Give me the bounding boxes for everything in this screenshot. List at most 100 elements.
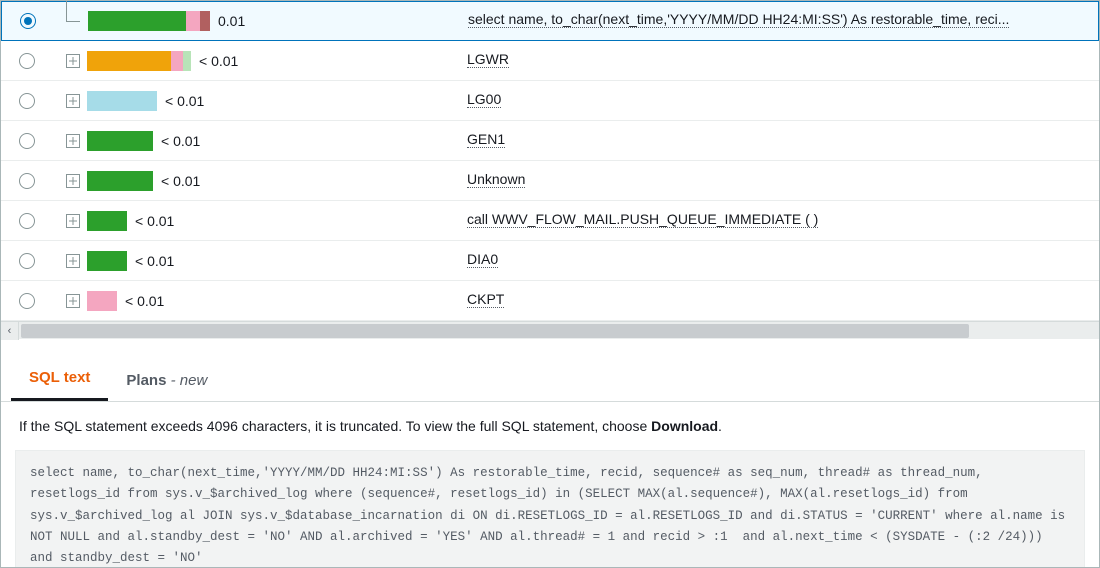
truncate-note: If the SQL statement exceeds 4096 charac… xyxy=(1,402,1099,444)
sql-snippet[interactable]: select name, to_char(next_time,'YYYY/MM/… xyxy=(468,11,1009,28)
expand-row-button[interactable] xyxy=(66,174,80,188)
truncate-note-post: . xyxy=(718,418,722,434)
sql-cell: Unknown xyxy=(457,171,1089,191)
load-bar xyxy=(87,171,153,191)
expand-cell xyxy=(59,134,87,148)
scrollbar-thumb[interactable] xyxy=(21,324,969,338)
bar-segment xyxy=(87,211,127,231)
load-bar-cell: < 0.01 xyxy=(87,291,457,311)
horizontal-scrollbar[interactable]: ‹ xyxy=(1,321,1099,339)
load-bar-cell: < 0.01 xyxy=(87,251,457,271)
radio-cell xyxy=(19,253,59,269)
load-bar xyxy=(87,291,117,311)
load-value: 0.01 xyxy=(218,13,245,29)
radio-cell xyxy=(20,13,60,29)
expand-row-button[interactable] xyxy=(66,134,80,148)
load-bar-cell: < 0.01 xyxy=(87,51,457,71)
expand-cell xyxy=(59,214,87,228)
truncate-note-pre: If the SQL statement exceeds 4096 charac… xyxy=(19,418,651,434)
table-row[interactable]: < 0.01 call WWV_FLOW_MAIL.PUSH_QUEUE_IMME… xyxy=(1,201,1099,241)
radio-cell xyxy=(19,53,59,69)
expand-row-button[interactable] xyxy=(66,94,80,108)
select-row-radio[interactable] xyxy=(19,293,35,309)
table-row[interactable]: < 0.01 GEN1 xyxy=(1,121,1099,161)
select-row-radio[interactable] xyxy=(19,253,35,269)
tab-sql-text[interactable]: SQL text xyxy=(11,359,108,401)
tab-bar: SQL textPlans - new xyxy=(1,359,1099,402)
sql-snippet[interactable]: call WWV_FLOW_MAIL.PUSH_QUEUE_IMMEDIATE … xyxy=(467,211,818,228)
tab-plans[interactable]: Plans - new xyxy=(108,362,225,401)
load-value: < 0.01 xyxy=(161,173,200,189)
bar-segment xyxy=(183,51,191,71)
select-row-radio[interactable] xyxy=(19,133,35,149)
expand-cell xyxy=(60,1,88,41)
radio-cell xyxy=(19,213,59,229)
select-row-radio[interactable] xyxy=(19,93,35,109)
sql-cell: LGWR xyxy=(457,51,1089,71)
sql-snippet[interactable]: GEN1 xyxy=(467,131,505,148)
bar-segment xyxy=(87,51,171,71)
bar-segment xyxy=(87,171,153,191)
expand-cell xyxy=(59,54,87,68)
expand-row-button[interactable] xyxy=(66,214,80,228)
select-row-radio[interactable] xyxy=(20,13,36,29)
sql-cell: select name, to_char(next_time,'YYYY/MM/… xyxy=(458,11,1088,31)
load-bar-cell: 0.01 xyxy=(88,11,458,31)
select-row-radio[interactable] xyxy=(19,53,35,69)
bar-segment xyxy=(87,291,117,311)
sql-cell: DIA0 xyxy=(457,251,1089,271)
radio-cell xyxy=(19,93,59,109)
load-bar xyxy=(87,251,127,271)
new-badge: - new xyxy=(166,372,207,389)
radio-cell xyxy=(19,293,59,309)
sql-snippet[interactable]: Unknown xyxy=(467,171,525,188)
table-row[interactable]: < 0.01 LG00 xyxy=(1,81,1099,121)
top-sql-table: 0.01 select name, to_char(next_time,'YYYY… xyxy=(1,1,1099,321)
sql-snippet[interactable]: CKPT xyxy=(467,291,504,308)
table-row[interactable]: < 0.01 DIA0 xyxy=(1,241,1099,281)
radio-cell xyxy=(19,133,59,149)
sql-cell: CKPT xyxy=(457,291,1089,311)
load-bar xyxy=(87,91,157,111)
bar-segment xyxy=(88,11,186,31)
load-value: < 0.01 xyxy=(161,133,200,149)
details-tabs-area: SQL textPlans - new If the SQL statement… xyxy=(1,339,1099,568)
sql-snippet[interactable]: DIA0 xyxy=(467,251,498,268)
bar-segment xyxy=(87,91,157,111)
table-row[interactable]: 0.01 select name, to_char(next_time,'YYYY… xyxy=(1,1,1099,41)
expand-cell xyxy=(59,174,87,188)
expand-row-button[interactable] xyxy=(66,54,80,68)
radio-cell xyxy=(19,173,59,189)
sql-snippet[interactable]: LG00 xyxy=(467,91,501,108)
load-bar-cell: < 0.01 xyxy=(87,211,457,231)
bar-segment xyxy=(171,51,183,71)
expand-row-button[interactable] xyxy=(66,294,80,308)
bar-segment xyxy=(87,131,153,151)
load-value: < 0.01 xyxy=(165,93,204,109)
load-bar-cell: < 0.01 xyxy=(87,91,457,111)
load-bar-cell: < 0.01 xyxy=(87,171,457,191)
load-bar xyxy=(87,131,153,151)
select-row-radio[interactable] xyxy=(19,173,35,189)
load-bar-cell: < 0.01 xyxy=(87,131,457,151)
bar-segment xyxy=(186,11,200,31)
bar-segment xyxy=(200,11,210,31)
load-value: < 0.01 xyxy=(135,253,174,269)
load-bar xyxy=(87,51,191,71)
sql-cell: LG00 xyxy=(457,91,1089,111)
sql-cell: GEN1 xyxy=(457,131,1089,151)
select-row-radio[interactable] xyxy=(19,213,35,229)
load-bar xyxy=(87,211,127,231)
table-row[interactable]: < 0.01 Unknown xyxy=(1,161,1099,201)
table-row[interactable]: < 0.01 CKPT xyxy=(1,281,1099,321)
performance-insights-panel: 0.01 select name, to_char(next_time,'YYYY… xyxy=(0,0,1100,568)
load-value: < 0.01 xyxy=(199,53,238,69)
scroll-left-button[interactable]: ‹ xyxy=(1,322,19,340)
table-row[interactable]: < 0.01 LGWR xyxy=(1,41,1099,81)
expand-row-button[interactable] xyxy=(66,254,80,268)
sql-snippet[interactable]: LGWR xyxy=(467,51,509,68)
expand-cell xyxy=(59,94,87,108)
sql-full-text: select name, to_char(next_time,'YYYY/MM/… xyxy=(15,450,1085,568)
sql-cell: call WWV_FLOW_MAIL.PUSH_QUEUE_IMMEDIATE … xyxy=(457,211,1089,231)
download-action[interactable]: Download xyxy=(651,418,718,434)
